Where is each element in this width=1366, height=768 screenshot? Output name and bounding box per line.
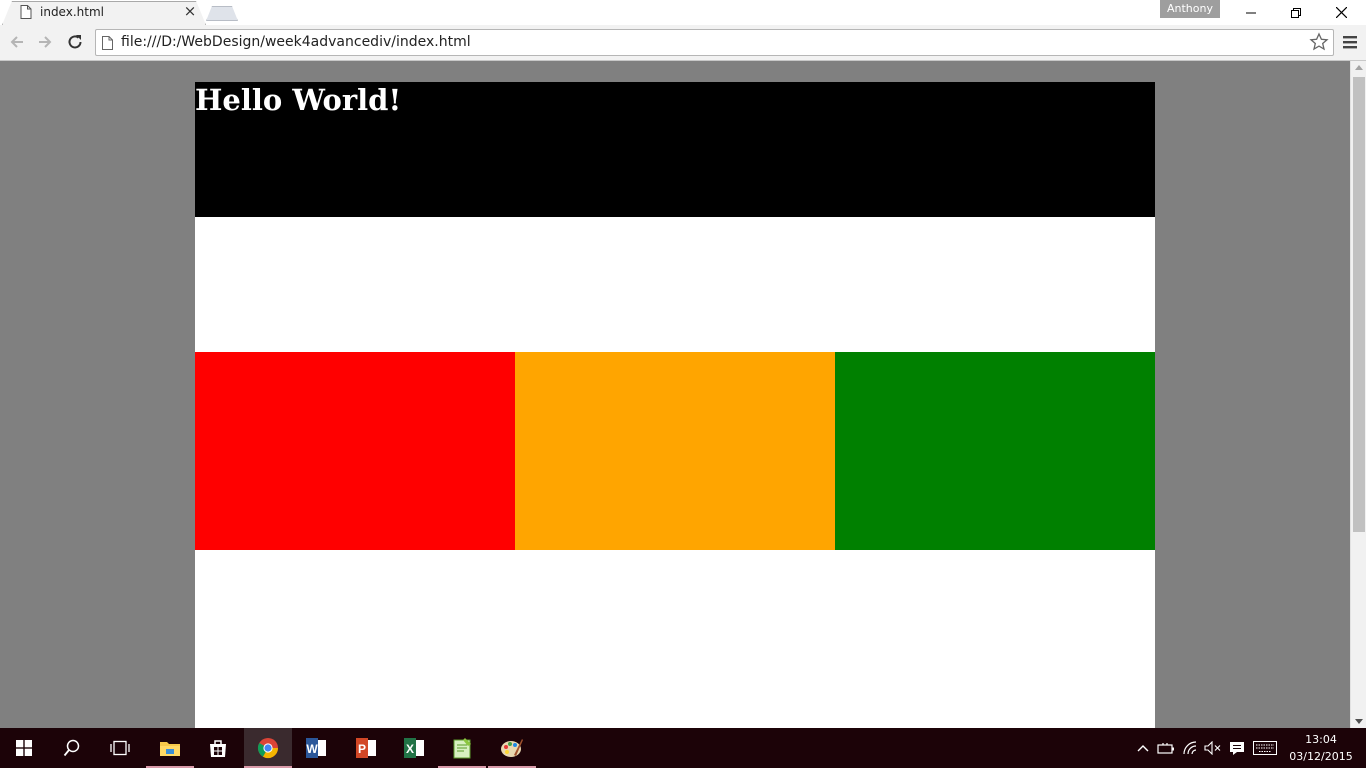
new-tab-button[interactable] (206, 6, 238, 21)
browser-tab[interactable] (2, 1, 206, 25)
taskbar-clock[interactable]: 13:04 03/12/2015 (1284, 731, 1358, 765)
file-explorer-button[interactable] (146, 728, 194, 768)
reload-button[interactable] (64, 31, 86, 53)
svg-text:P: P (358, 742, 366, 756)
search-button[interactable] (48, 728, 96, 768)
clock-date: 03/12/2015 (1289, 750, 1353, 763)
excel-icon: X (404, 738, 424, 758)
close-icon (1335, 7, 1347, 18)
notepad-plus-button[interactable] (438, 728, 486, 768)
minimize-icon (1246, 12, 1256, 13)
url-text[interactable]: file:///D:/WebDesign/week4advancediv/ind… (121, 34, 471, 50)
restore-button[interactable] (1273, 0, 1319, 25)
browser-titlebar: index.html × Anthony (0, 0, 1366, 25)
volume-muted-icon[interactable] (1204, 740, 1222, 756)
taskbar: W P X 13:04 03/12/2015 (0, 728, 1366, 768)
task-view-icon (110, 740, 130, 756)
tab-title: index.html (40, 5, 104, 19)
svg-text:X: X (406, 742, 414, 756)
start-button[interactable] (0, 728, 48, 768)
tab-body (7, 4, 203, 25)
address-bar[interactable]: file:///D:/WebDesign/week4advancediv/ind… (95, 29, 1334, 56)
green-column (835, 352, 1155, 550)
show-hidden-icons-chevron-icon[interactable] (1134, 740, 1152, 756)
store-button[interactable] (194, 728, 242, 768)
word-icon: W (306, 738, 326, 758)
paint-icon (501, 739, 523, 757)
bookmark-star-icon[interactable] (1309, 32, 1329, 52)
battery-icon[interactable] (1157, 740, 1175, 756)
search-icon (63, 739, 80, 757)
header-box: Hello World! (195, 82, 1155, 217)
powerpoint-button[interactable]: P (342, 728, 390, 768)
page-viewport: Hello World! (0, 61, 1350, 728)
chrome-button[interactable] (244, 728, 292, 768)
page-wrapper: Hello World! (195, 82, 1155, 728)
keyboard-icon[interactable] (1253, 740, 1277, 756)
clock-time: 13:04 (1305, 733, 1337, 746)
restore-icon (1291, 7, 1301, 18)
forward-arrow-icon (39, 36, 52, 48)
excel-button[interactable]: X (390, 728, 438, 768)
start-icon (16, 740, 32, 756)
back-arrow-icon (10, 36, 23, 48)
profile-button[interactable]: Anthony (1160, 0, 1220, 18)
close-window-button[interactable] (1318, 0, 1364, 25)
browser-toolbar: file:///D:/WebDesign/week4advancediv/ind… (0, 25, 1366, 61)
powerpoint-icon: P (356, 738, 376, 758)
red-column (195, 352, 515, 550)
orange-column (515, 352, 835, 550)
wifi-icon[interactable] (1181, 740, 1199, 756)
page-heading: Hello World! (195, 83, 402, 117)
action-center-icon[interactable] (1228, 740, 1246, 756)
reload-icon (68, 35, 82, 49)
svg-text:W: W (306, 742, 318, 756)
tab-close-icon[interactable]: × (183, 4, 197, 19)
paint-button[interactable] (488, 728, 536, 768)
word-button[interactable]: W (292, 728, 340, 768)
scroll-down-arrow-icon[interactable] (1355, 719, 1363, 724)
minimize-button[interactable] (1228, 0, 1274, 25)
file-explorer-icon (160, 742, 180, 756)
file-icon (20, 5, 32, 19)
notepad-plus-icon (453, 738, 471, 759)
back-button[interactable] (6, 31, 28, 53)
scroll-thumb[interactable] (1353, 77, 1365, 532)
vertical-scrollbar[interactable] (1350, 61, 1366, 728)
chrome-icon (257, 738, 279, 759)
forward-button[interactable] (34, 31, 56, 53)
store-icon (210, 740, 226, 757)
task-view-button[interactable] (96, 728, 144, 768)
page-icon (102, 36, 113, 50)
scroll-up-arrow-icon[interactable] (1355, 65, 1363, 70)
menu-icon[interactable] (1340, 32, 1360, 52)
